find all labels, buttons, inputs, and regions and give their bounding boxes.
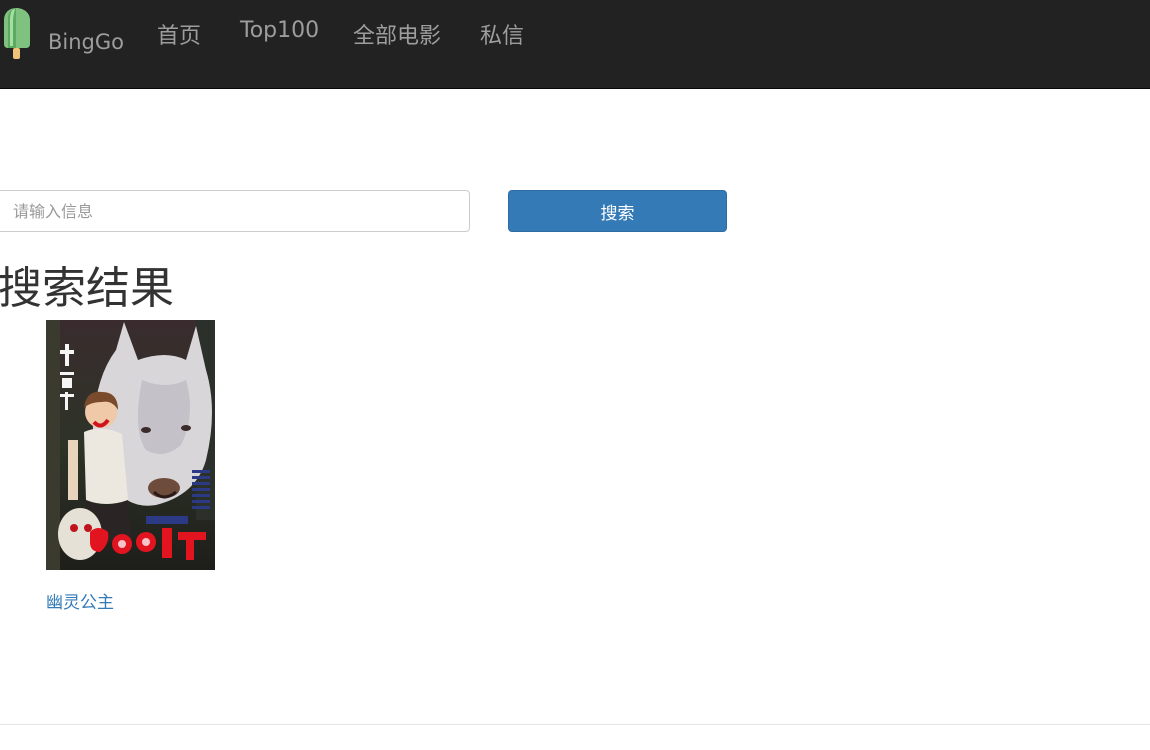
movie-poster-image (46, 320, 215, 570)
brand-name: BingGo (48, 30, 125, 54)
movie-card: 幽灵公主 (46, 320, 216, 613)
nav-link-all-movies[interactable]: 全部电影 (353, 18, 441, 50)
search-input[interactable] (0, 190, 470, 232)
nav-link-home[interactable]: 首页 (157, 18, 201, 50)
movie-poster-link[interactable] (46, 320, 215, 570)
popsicle-logo-icon (4, 8, 30, 59)
search-button[interactable]: 搜索 (508, 190, 727, 232)
movie-title-link[interactable]: 幽灵公主 (46, 588, 114, 613)
search-results-heading: 搜索结果 (0, 263, 174, 314)
top-navbar: BingGo 首页 Top100 全部电影 私信 (0, 0, 1150, 89)
footer-divider (0, 724, 1150, 725)
nav-link-messages[interactable]: 私信 (480, 18, 524, 50)
nav-link-top100[interactable]: Top100 (240, 18, 319, 43)
